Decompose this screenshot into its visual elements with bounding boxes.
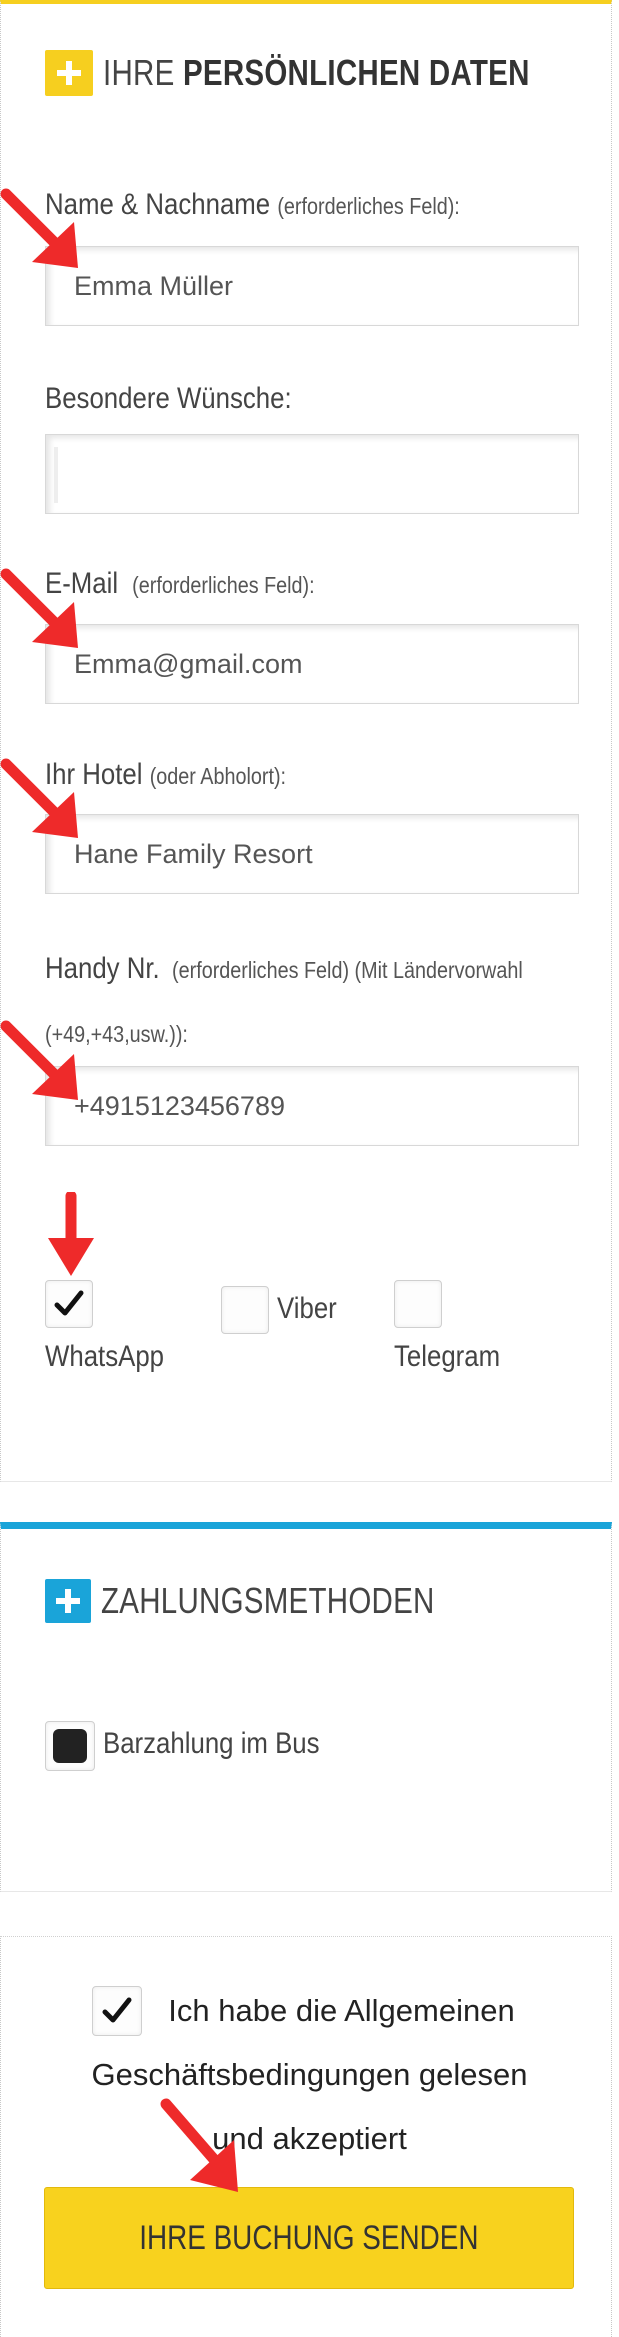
plus-icon (45, 50, 93, 96)
hotel-value: Hane Family Resort (74, 838, 313, 869)
red-arrow-icon (0, 1020, 78, 1100)
red-arrow-icon (0, 188, 78, 268)
email-value: Emma@gmail.com (74, 648, 303, 679)
whatsapp-checkbox[interactable] (45, 1280, 93, 1328)
payment-section: ZAHLUNGSMETHODEN Barzahlung im Bus (0, 1522, 612, 1892)
title-bold: PERSÖNLICHEN DATEN (182, 52, 530, 93)
email-field[interactable]: Emma@gmail.com (45, 624, 579, 704)
whatsapp-label: WhatsApp (45, 1340, 165, 1373)
title-light: IHRE (103, 52, 175, 93)
plus-icon (45, 1579, 91, 1623)
wishes-label: Besondere Wünsche: (45, 382, 292, 416)
payment-title: ZAHLUNGSMETHODEN (101, 1580, 435, 1621)
hotel-field[interactable]: Hane Family Resort (45, 814, 579, 894)
wishes-field[interactable] (45, 434, 579, 514)
email-required-note: (erforderliches Feld): (132, 572, 315, 598)
terms-line-2: Geschäftsbedingungen gelesen (91, 2057, 528, 2092)
submit-button-label: IHRE BUCHUNG SENDEN (139, 2218, 479, 2257)
personal-data-title: IHRE PERSÖNLICHEN DATEN (103, 50, 530, 96)
phone-value: +4915123456789 (74, 1090, 285, 1121)
phone-required-note: (erforderliches Feld) (Mit Ländervorwahl (172, 957, 523, 983)
name-label: Name & Nachname (erforderliches Feld): (45, 188, 460, 222)
phone-label-text: Handy Nr. (45, 952, 160, 985)
telegram-label: Telegram (394, 1340, 501, 1373)
phone-field[interactable]: +4915123456789 (45, 1066, 579, 1146)
checkmark-icon (54, 1290, 84, 1316)
name-value: Emma Müller (74, 270, 234, 301)
red-arrow-icon (0, 568, 78, 648)
terms-line-1: Ich habe die Allgemeinen (168, 1993, 515, 2028)
cash-payment-radio[interactable] (45, 1721, 95, 1771)
cash-payment-label: Barzahlung im Bus (103, 1727, 320, 1760)
phone-label: Handy Nr. (erforderliches Feld) (Mit Län… (45, 952, 523, 986)
red-arrow-icon (0, 758, 78, 838)
hotel-note: (oder Abholort): (149, 763, 287, 789)
text-cursor (54, 447, 58, 503)
terms-line-3: und akzeptiert (212, 2121, 407, 2156)
red-arrow-down-icon (48, 1192, 94, 1276)
red-arrow-icon (160, 2098, 238, 2192)
selected-indicator (53, 1729, 87, 1763)
telegram-checkbox[interactable] (394, 1280, 442, 1328)
viber-label: Viber (277, 1292, 337, 1325)
submit-booking-button[interactable]: IHRE BUCHUNG SENDEN (44, 2187, 574, 2289)
name-required-note: (erforderliches Feld): (277, 193, 460, 219)
viber-checkbox[interactable] (221, 1286, 269, 1334)
name-field[interactable]: Emma Müller (45, 246, 579, 326)
wishes-label-text: Besondere Wünsche: (45, 382, 292, 415)
